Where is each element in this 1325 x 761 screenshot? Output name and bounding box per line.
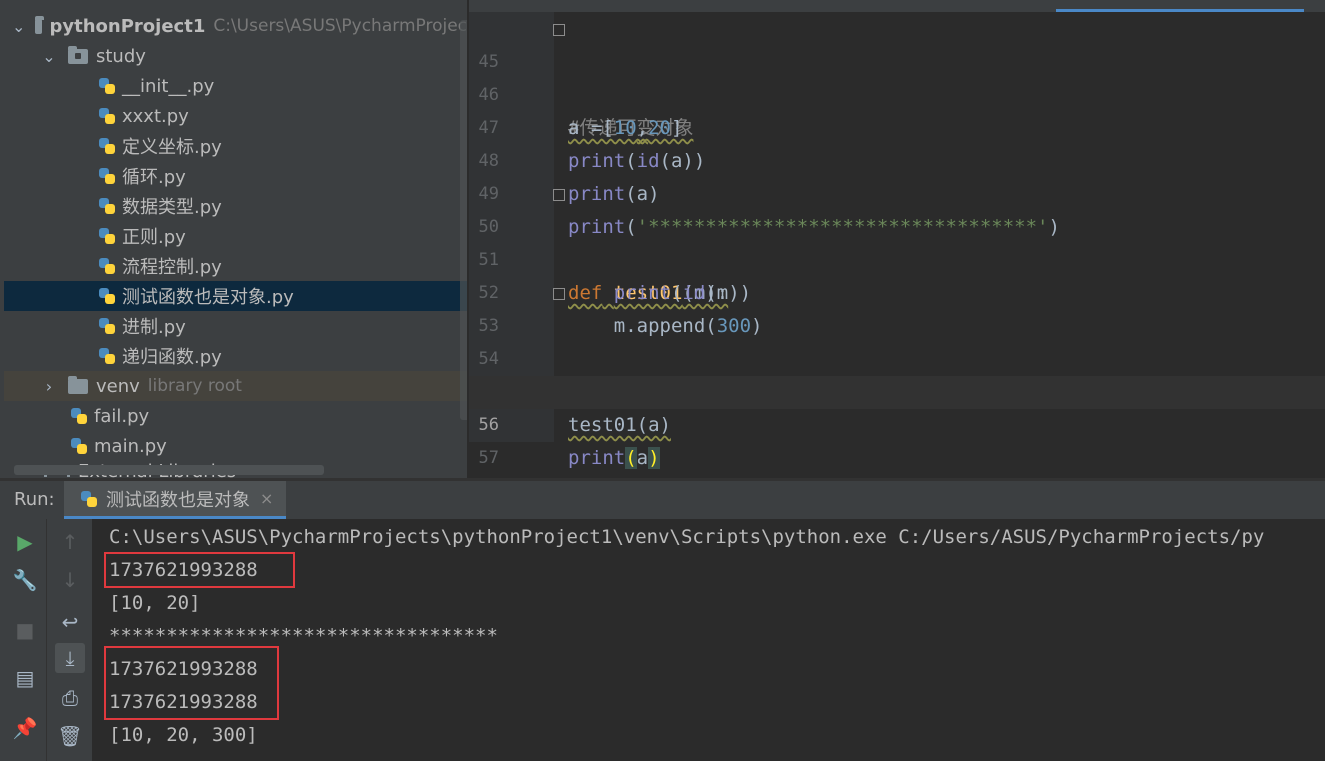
- print-icon[interactable]: ⎙: [55, 683, 85, 713]
- tree-file[interactable]: 循环.py: [4, 161, 467, 191]
- python-file-icon: [98, 137, 116, 155]
- python-file-icon: [98, 77, 116, 95]
- chevron-down-icon[interactable]: ⌄: [12, 17, 25, 36]
- file-label: fail.py: [94, 405, 150, 427]
- file-label: __init__.py: [122, 75, 215, 97]
- code-line: 51 print(id(m)): [469, 211, 1325, 304]
- highlight-box: [104, 646, 279, 720]
- code-line: 55 test01(a): [469, 343, 1325, 436]
- code-line: 53 print(id(m)): [469, 277, 1325, 403]
- code-line: 48 print(a): [469, 112, 1325, 205]
- study-folder-label: study: [96, 45, 146, 67]
- code-line: 45 #传递可变对象: [469, 13, 1325, 139]
- fold-marker-icon[interactable]: [553, 24, 565, 36]
- python-file-icon: [98, 167, 116, 185]
- code-line: 54: [469, 310, 1325, 369]
- venv-hint: library root: [147, 376, 242, 396]
- code-line: 50 def test01(m):: [469, 178, 1325, 304]
- venv-label: venv: [96, 375, 140, 397]
- file-label: 循环.py: [122, 167, 186, 188]
- tree-file[interactable]: 数据类型.py: [4, 191, 467, 221]
- code-text: print(a): [568, 447, 660, 469]
- tree-file[interactable]: 流程控制.py: [4, 251, 467, 281]
- run-tab[interactable]: 测试函数也是对象 ×: [64, 481, 286, 519]
- python-file-icon: [98, 287, 116, 305]
- chevron-right-icon[interactable]: ›: [38, 377, 60, 396]
- code-line-current: 56 print(a): [469, 376, 1325, 469]
- fold-marker-icon[interactable]: [553, 189, 565, 201]
- file-label: 定义坐标.py: [122, 137, 222, 158]
- package-folder-icon: [68, 45, 88, 64]
- line-number: 57: [478, 448, 499, 468]
- file-label: 流程控制.py: [122, 257, 222, 278]
- run-toolbar-right: ↑ ↓ ↩ ⤓ ⎙ 🗑: [46, 519, 93, 761]
- code-line: 52 m.append(300): [469, 244, 1325, 337]
- arrow-down-icon[interactable]: ↓: [55, 565, 85, 595]
- python-file-icon: [98, 347, 116, 365]
- soft-wrap-icon[interactable]: ↩: [55, 607, 85, 637]
- root-path: C:\Users\ASUS\PycharmProjec: [213, 16, 467, 36]
- tree-file[interactable]: 正则.py: [4, 221, 467, 251]
- run-tool-window-header: Run: 测试函数也是对象 ×: [0, 481, 1325, 519]
- tree-root[interactable]: ⌄ pythonProject1 C:\Users\ASUS\PycharmPr…: [4, 11, 467, 41]
- fold-marker-icon[interactable]: [553, 288, 565, 300]
- file-label: 进制.py: [122, 317, 186, 338]
- file-label: 递归函数.py: [122, 347, 222, 368]
- tree-file-selected[interactable]: 测试函数也是对象.py: [4, 281, 467, 311]
- pin-icon[interactable]: 📌: [10, 713, 40, 743]
- root-name: pythonProject1: [49, 15, 206, 37]
- code-line: 46 a =[10,20]: [469, 46, 1325, 139]
- code-line: 47 print(id(a)): [469, 79, 1325, 172]
- tree-vertical-scrollbar[interactable]: [460, 20, 467, 420]
- python-file-icon: [98, 107, 116, 125]
- tree-file[interactable]: __init__.py: [4, 71, 467, 101]
- python-file-icon: [70, 407, 88, 425]
- python-file-icon: [98, 317, 116, 335]
- tree-file[interactable]: 进制.py: [4, 311, 467, 341]
- console-line: C:\Users\ASUS\PycharmProjects\pythonProj…: [109, 526, 1265, 548]
- project-tree: ⌄ pythonProject1 C:\Users\ASUS\PycharmPr…: [4, 0, 467, 480]
- highlight-box: [104, 552, 295, 588]
- stop-icon[interactable]: ■: [10, 615, 40, 645]
- close-icon[interactable]: ×: [260, 489, 273, 508]
- python-file-icon: [70, 437, 88, 455]
- tree-file[interactable]: main.py: [4, 431, 467, 461]
- layout-icon[interactable]: ▤: [10, 663, 40, 693]
- file-label: 测试函数也是对象.py: [122, 287, 294, 308]
- tree-folder-study[interactable]: ⌄ study: [4, 41, 467, 71]
- tree-file[interactable]: 定义坐标.py: [4, 131, 467, 161]
- console-line: [10, 20, 300]: [109, 724, 258, 746]
- scroll-to-end-icon[interactable]: ⤓: [55, 643, 85, 673]
- wrench-icon[interactable]: 🔧: [10, 565, 40, 595]
- run-label: Run:: [14, 489, 55, 510]
- run-icon[interactable]: ▶: [10, 527, 40, 557]
- tree-folder-venv[interactable]: › venv library root: [4, 371, 467, 401]
- chevron-down-icon[interactable]: ⌄: [38, 47, 60, 66]
- console-line: [10, 20]: [109, 592, 201, 614]
- tree-horizontal-scrollbar[interactable]: [14, 465, 324, 475]
- code-line: 49 print('******************************…: [469, 145, 1325, 238]
- python-file-icon: [98, 227, 116, 245]
- python-file-icon: [98, 257, 116, 275]
- run-toolbar-left: ▶ 🔧 ■ ▤ 📌: [0, 519, 46, 761]
- python-file-icon: [98, 197, 116, 215]
- file-label: main.py: [94, 435, 167, 457]
- folder-icon: [35, 15, 45, 34]
- tree-file[interactable]: xxxt.py: [4, 101, 467, 131]
- tree-file[interactable]: fail.py: [4, 401, 467, 431]
- trash-icon[interactable]: 🗑: [55, 721, 85, 751]
- file-label: 正则.py: [122, 227, 186, 248]
- python-icon: [80, 490, 98, 508]
- folder-icon: [68, 375, 88, 394]
- file-label: xxxt.py: [122, 105, 189, 127]
- arrow-up-icon[interactable]: ↑: [55, 527, 85, 557]
- file-label: 数据类型.py: [122, 197, 222, 218]
- code-line: 57: [469, 409, 1325, 468]
- run-tab-label: 测试函数也是对象: [106, 489, 250, 511]
- tree-file[interactable]: 递归函数.py: [4, 341, 467, 371]
